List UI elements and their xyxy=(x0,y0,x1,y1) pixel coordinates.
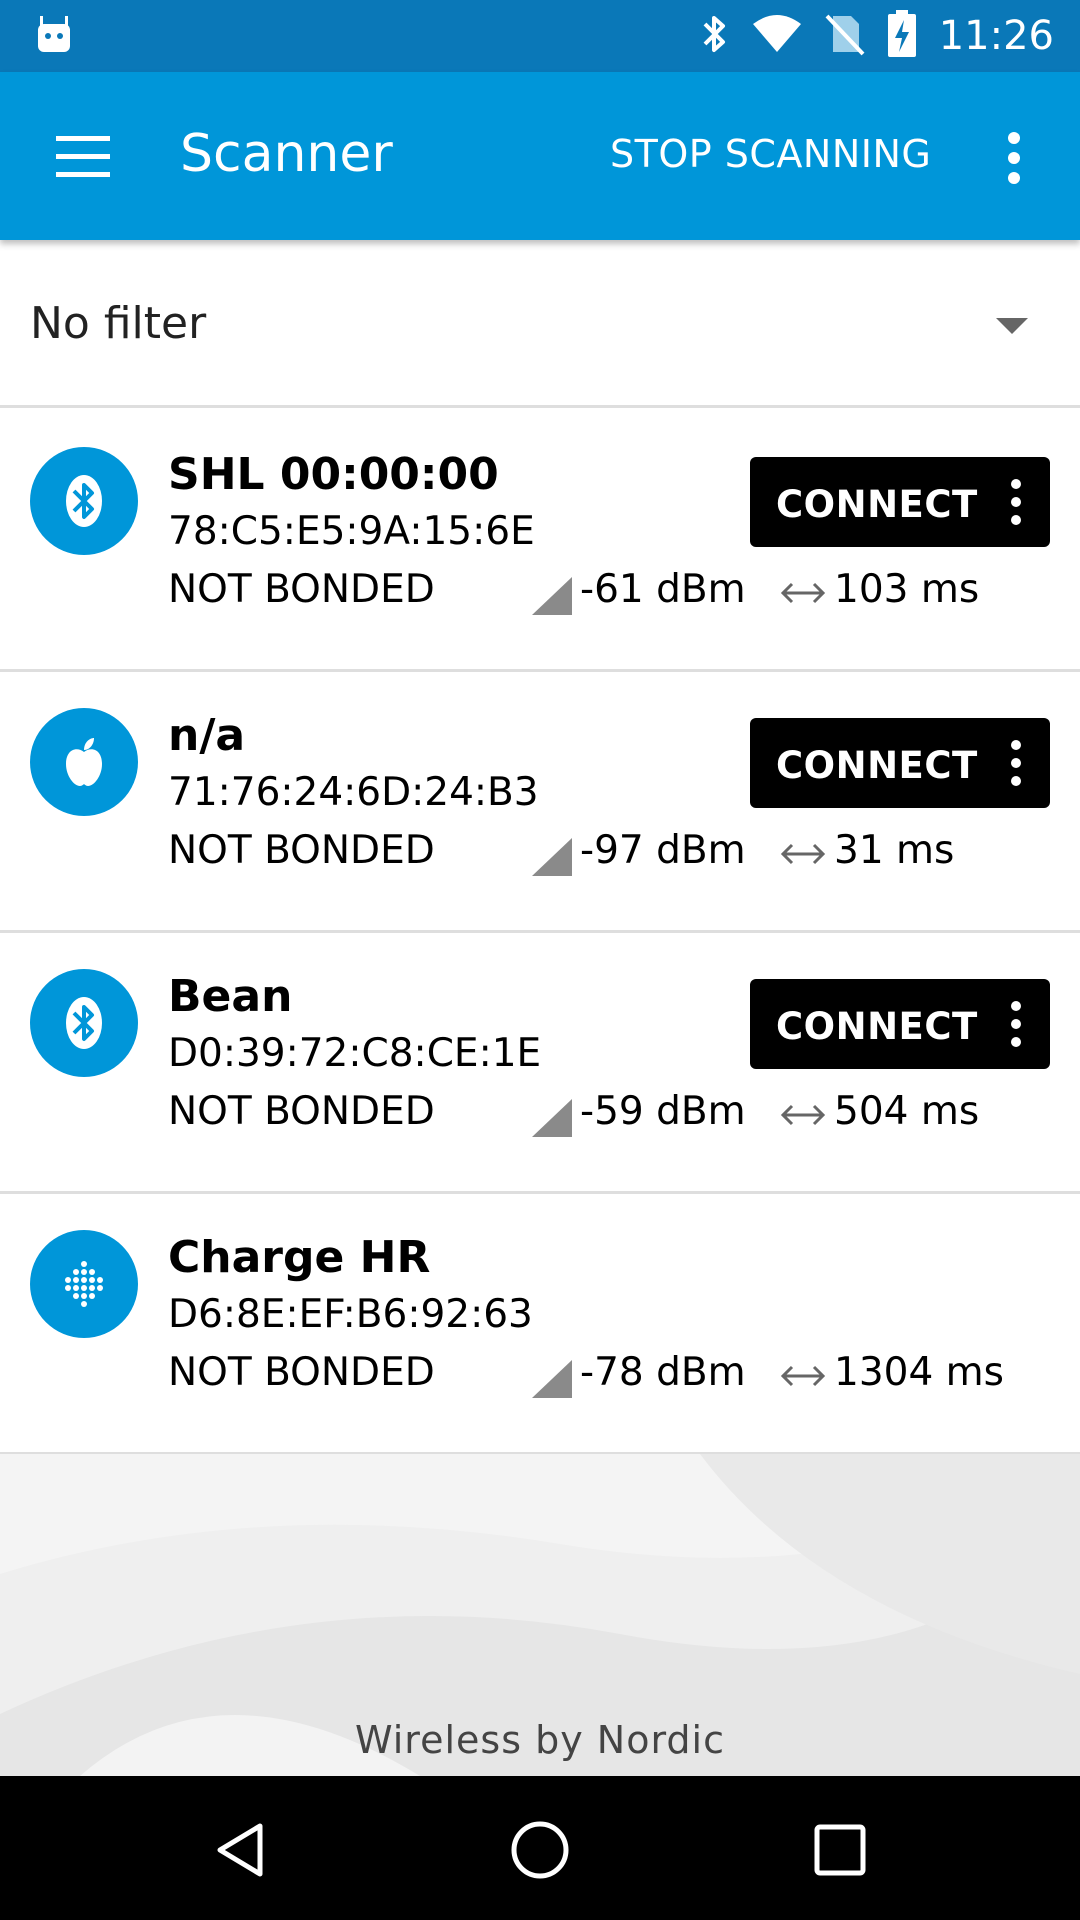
rssi-value: -59 dBm xyxy=(580,1089,746,1134)
rssi-value: -61 dBm xyxy=(580,567,746,612)
connect-label: CONNECT xyxy=(776,744,978,787)
recents-icon[interactable] xyxy=(800,1810,880,1890)
navigation-bar xyxy=(0,1776,1080,1920)
advertising-interval: 1304 ms xyxy=(834,1350,1004,1395)
interval-icon xyxy=(780,1103,826,1132)
device-list-item[interactable]: n/a 71:76:24:6D:24:B3 NOT BONDED -97 dBm… xyxy=(0,672,1080,933)
signal-strength-icon xyxy=(532,1099,572,1142)
connect-button[interactable]: CONNECT xyxy=(750,718,1050,808)
device-list-item[interactable]: SHL 00:00:00 78:C5:E5:9A:15:6E NOT BONDE… xyxy=(0,411,1080,672)
interval-icon xyxy=(780,581,826,610)
back-icon[interactable] xyxy=(200,1810,280,1890)
footer-background: Wireless by Nordic xyxy=(0,1454,1080,1776)
wifi-icon xyxy=(751,14,803,59)
bluetooth-icon xyxy=(30,447,138,555)
connect-label: CONNECT xyxy=(776,483,978,526)
signal-strength-icon xyxy=(532,1360,572,1403)
bluetooth-icon xyxy=(701,12,729,61)
device-address: 78:C5:E5:9A:15:6E xyxy=(168,509,535,554)
more-vert-icon[interactable] xyxy=(1004,997,1028,1051)
brand-footer: Wireless by Nordic xyxy=(355,1718,725,1762)
hamburger-menu-icon[interactable] xyxy=(52,130,114,182)
connect-label: CONNECT xyxy=(776,1005,978,1048)
signal-strength-icon xyxy=(532,838,572,881)
device-name: n/a xyxy=(168,710,246,761)
filter-dropdown[interactable]: No filter xyxy=(0,240,1080,408)
battery-charging-icon xyxy=(887,9,917,63)
stop-scanning-button[interactable]: STOP SCANNING xyxy=(610,132,931,176)
device-list-item[interactable]: Bean D0:39:72:C8:CE:1E NOT BONDED -59 dB… xyxy=(0,933,1080,1194)
fitbit-icon xyxy=(30,1230,138,1338)
more-vert-icon[interactable] xyxy=(996,130,1032,186)
home-icon[interactable] xyxy=(500,1810,580,1890)
rssi-value: -78 dBm xyxy=(580,1350,746,1395)
device-name: SHL 00:00:00 xyxy=(168,449,499,500)
signal-strength-icon xyxy=(532,577,572,620)
rssi-value: -97 dBm xyxy=(580,828,746,873)
device-name: Charge HR xyxy=(168,1232,431,1283)
app-bar: Scanner STOP SCANNING xyxy=(0,72,1080,240)
device-address: 71:76:24:6D:24:B3 xyxy=(168,770,539,815)
android-icon xyxy=(36,14,72,59)
bluetooth-icon xyxy=(30,969,138,1077)
status-bar: 11:26 xyxy=(0,0,1080,72)
device-address: D0:39:72:C8:CE:1E xyxy=(168,1031,542,1076)
dropdown-arrow-icon xyxy=(996,318,1028,341)
more-vert-icon[interactable] xyxy=(1004,475,1028,529)
device-address: D6:8E:EF:B6:92:63 xyxy=(168,1292,533,1337)
device-name: Bean xyxy=(168,971,293,1022)
connect-button[interactable]: CONNECT xyxy=(750,457,1050,547)
bond-state: NOT BONDED xyxy=(168,567,435,612)
advertising-interval: 103 ms xyxy=(834,567,980,612)
status-time: 11:26 xyxy=(938,13,1054,59)
device-list-item[interactable]: Charge HR D6:8E:EF:B6:92:63 NOT BONDED -… xyxy=(0,1194,1080,1455)
apple-icon xyxy=(30,708,138,816)
bond-state: NOT BONDED xyxy=(168,1089,435,1134)
connect-button[interactable]: CONNECT xyxy=(750,979,1050,1069)
advertising-interval: 31 ms xyxy=(834,828,955,873)
interval-icon xyxy=(780,1364,826,1393)
no-sim-icon xyxy=(825,12,865,61)
bond-state: NOT BONDED xyxy=(168,828,435,873)
more-vert-icon[interactable] xyxy=(1004,736,1028,790)
interval-icon xyxy=(780,842,826,871)
advertising-interval: 504 ms xyxy=(834,1089,980,1134)
filter-label: No filter xyxy=(30,298,207,349)
page-title: Scanner xyxy=(180,124,393,184)
bond-state: NOT BONDED xyxy=(168,1350,435,1395)
